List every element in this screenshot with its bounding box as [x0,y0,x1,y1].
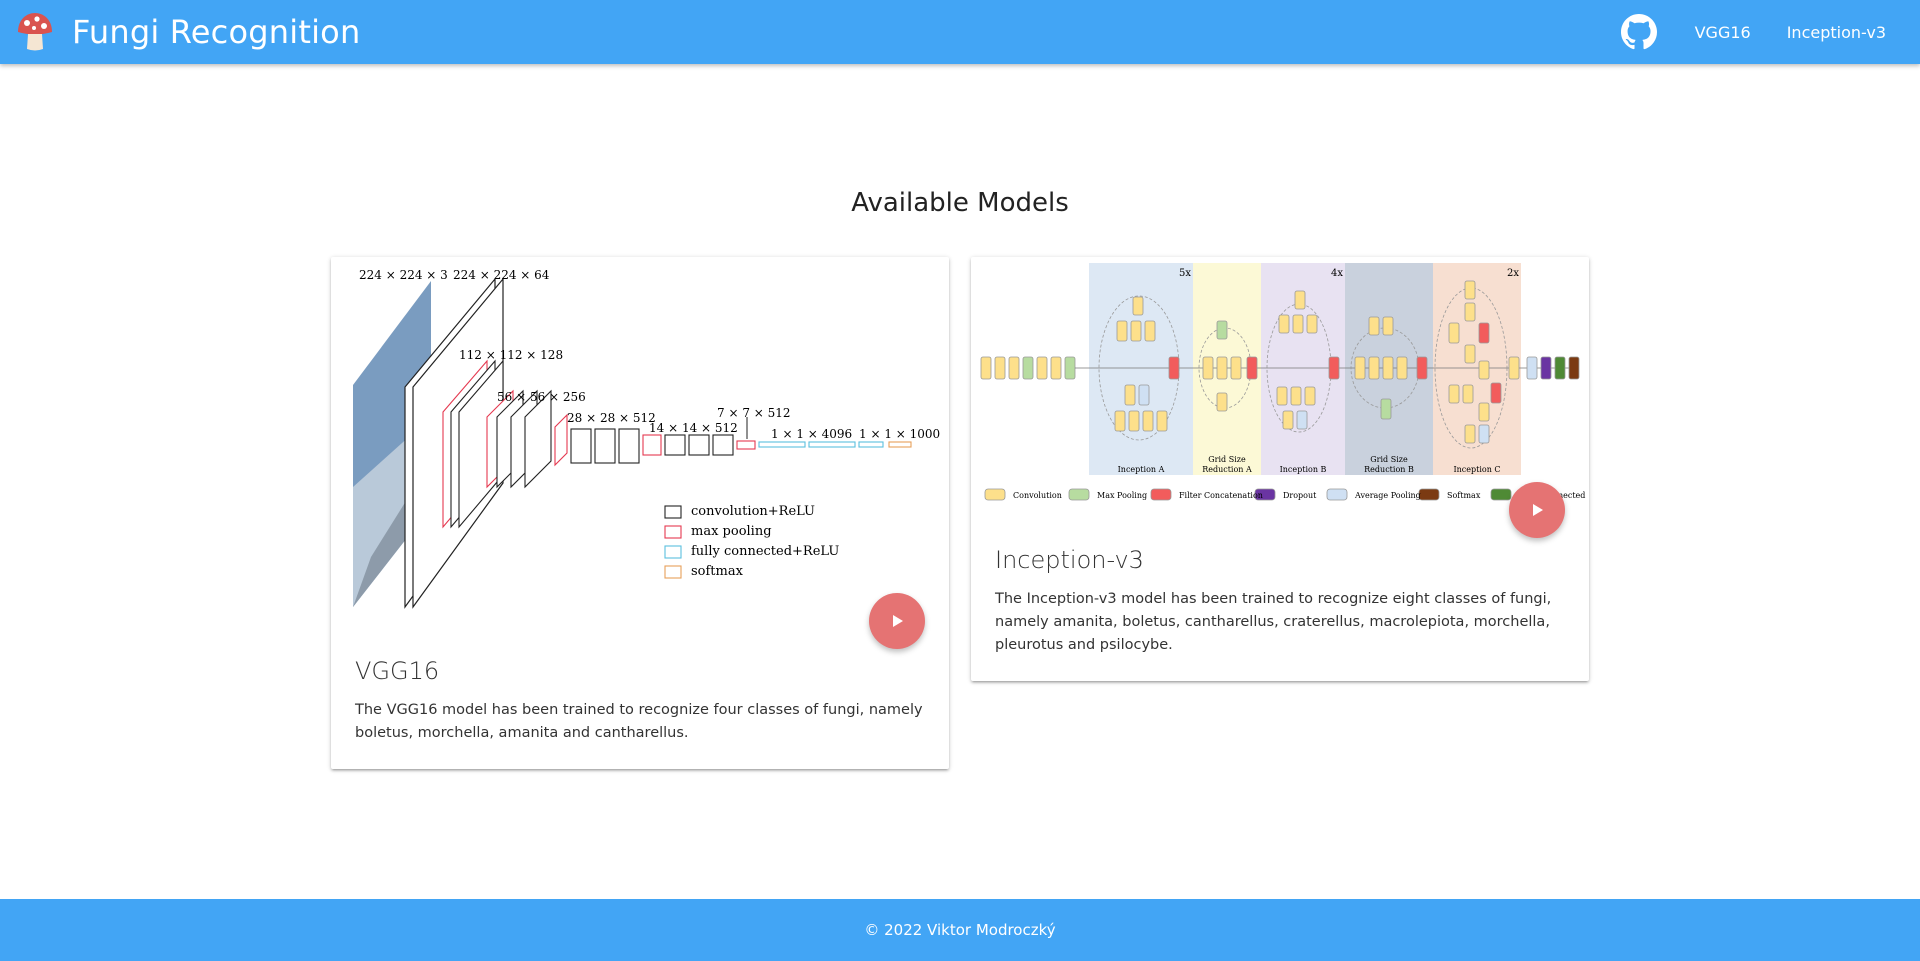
block-label: Inception C [1453,465,1500,474]
card-description: The VGG16 model has been trained to reco… [355,702,923,741]
legend-label: Average Pooling [1354,491,1421,500]
nav-links: VGG16 Inception-v3 [1620,0,1904,64]
play-icon [893,615,903,627]
repeat-label: 5x [1179,268,1191,279]
legend-label: convolution+ReLU [691,504,815,519]
card-description: The Inception-v3 model has been trained … [995,591,1552,653]
legend-label: Convolution [1013,491,1062,500]
dim-label: 14 × 14 × 512 [649,421,738,435]
card-image: 5x 4x 2x Inception A Grid Size Reduction… [971,257,1589,538]
block-label: Reduction B [1364,465,1414,474]
inception-v3-architecture-diagram: 5x 4x 2x Inception A Grid Size Reduction… [980,263,1585,501]
card-content: VGG16 The VGG16 model has been trained t… [331,633,949,769]
mushroom-icon [18,13,52,51]
brand-link[interactable]: Fungi Recognition [16,12,360,52]
card-title: VGG16 [355,657,440,685]
play-icon [1533,504,1543,516]
card-image: 224 × 224 × 3 224 × 224 × 64 112 × 112 ×… [331,257,949,649]
legend-label: fully connected+ReLU [691,544,839,559]
nav-link-vgg16[interactable]: VGG16 [1677,23,1769,42]
model-card-vgg16: 224 × 224 × 3 224 × 224 × 64 112 × 112 ×… [331,257,949,769]
dim-label: 112 × 112 × 128 [459,348,563,362]
legend-label: Filter Concatenation [1179,491,1263,500]
legend-label: softmax [691,564,744,579]
section-title: Available Models [851,188,1069,218]
copyright-text: © 2022 Viktor Modroczký [864,921,1056,939]
block-label: Reduction A [1202,465,1252,474]
legend-label: Dropout [1283,491,1317,500]
legend-label: Softmax [1447,491,1481,500]
github-icon[interactable] [1620,14,1657,50]
legend-label: Max Pooling [1097,491,1147,500]
vgg16-architecture-diagram: 224 × 224 × 3 224 × 224 × 64 112 × 112 ×… [353,268,940,609]
card-content: Inception-v3 The Inception-v3 model has … [971,522,1589,681]
block-bg [1433,263,1521,475]
run-inception-v3-button[interactable] [1509,482,1565,538]
block-label: Inception A [1118,465,1165,474]
repeat-label: 4x [1331,268,1343,279]
dim-label: 1 × 1 × 1000 [859,427,940,441]
dim-label: 7 × 7 × 512 [717,406,791,420]
model-card-inception-v3: 5x 4x 2x Inception A Grid Size Reduction… [971,257,1589,681]
block-label: Inception B [1280,465,1327,474]
diagram-legend [664,505,682,579]
legend-label: max pooling [691,524,772,539]
run-vgg16-button[interactable] [869,593,925,649]
card-title: Inception-v3 [995,546,1144,574]
top-navbar: Fungi Recognition VGG16 Inception-v3 [0,0,1920,64]
page-footer: © 2022 Viktor Modroczký [0,899,1920,961]
dim-label: 224 × 224 × 64 [453,268,550,282]
block-label: Grid Size [1370,455,1408,464]
repeat-label: 2x [1507,268,1519,279]
block-label: Grid Size [1208,455,1246,464]
dim-label: 224 × 224 × 3 [359,268,448,282]
dim-label: 28 × 28 × 512 [567,411,656,425]
dim-label: 1 × 1 × 4096 [771,427,852,441]
dim-label: 56 × 56 × 256 [497,390,586,404]
nav-link-inception-v3[interactable]: Inception-v3 [1769,23,1904,42]
app-title: Fungi Recognition [72,13,361,51]
